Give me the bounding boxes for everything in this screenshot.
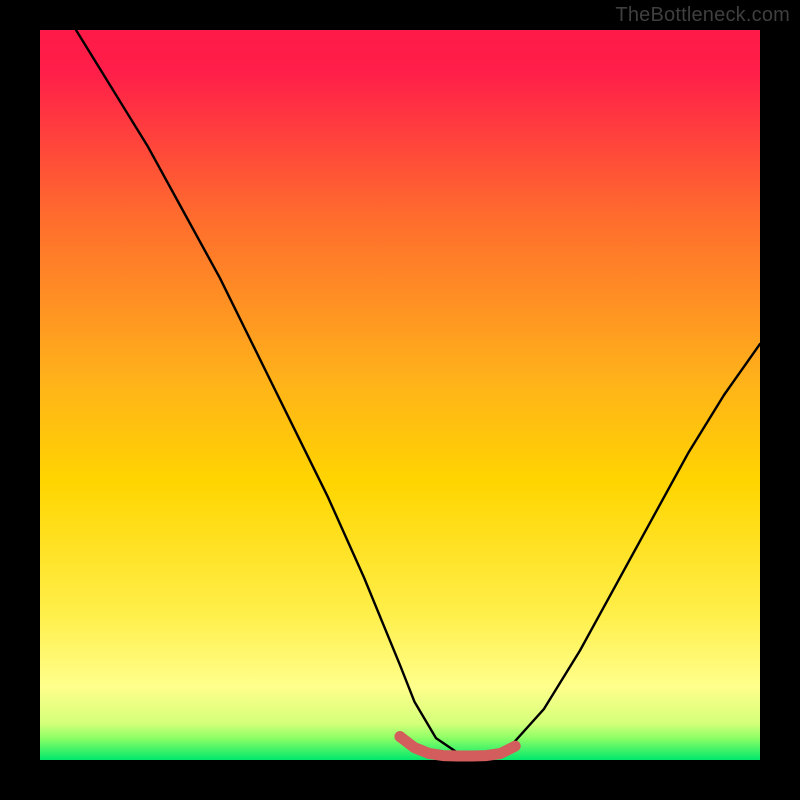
marker-start-dot bbox=[395, 731, 406, 742]
bottleneck-chart bbox=[0, 0, 800, 800]
chart-container: TheBottleneck.com bbox=[0, 0, 800, 800]
